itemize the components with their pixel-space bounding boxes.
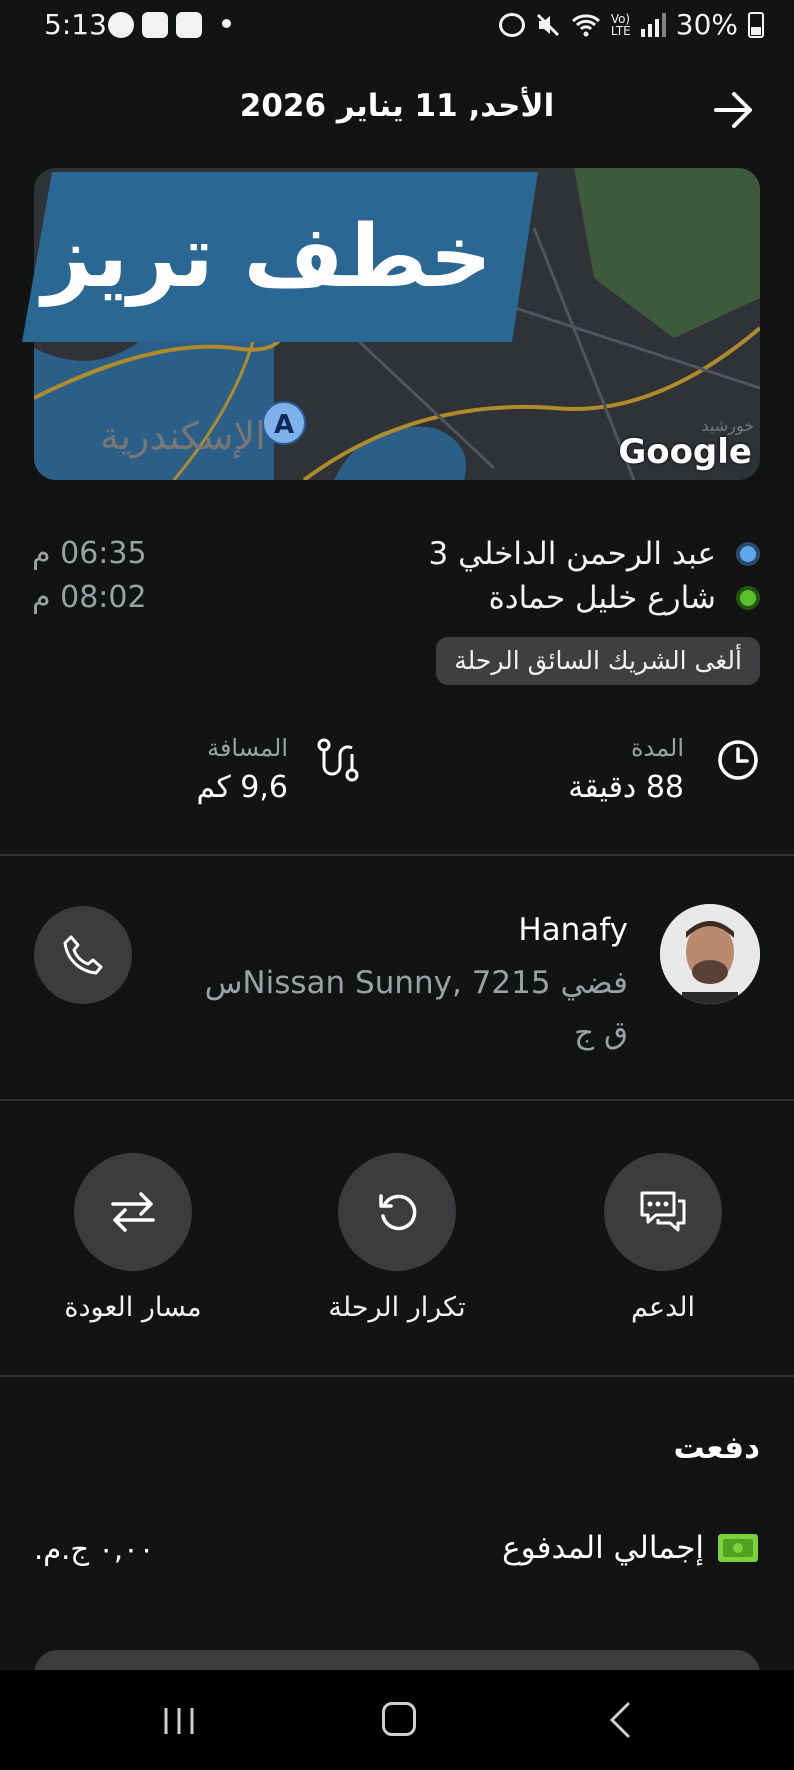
pickup-dot-icon [736, 542, 760, 566]
facebook-icon [108, 12, 134, 38]
driver-name: Hanafy [518, 912, 628, 948]
notification-dot-icon [222, 19, 231, 28]
repeat-trip-label: تكرار الرحلة [328, 1292, 466, 1323]
pickup-row: عبد الرحمن الداخلي 3 [429, 536, 760, 572]
clock-icon [718, 740, 758, 780]
arrow-right-icon[interactable] [712, 90, 756, 130]
car-description: فضي Nissan Sunny, 7215س [204, 965, 628, 1001]
wifi-icon [571, 13, 600, 36]
avatar[interactable] [660, 904, 760, 1004]
home-icon[interactable] [382, 1702, 416, 1736]
return-route-label: مسار العودة [64, 1292, 202, 1323]
status-bar: 5:13 Vo) LTE 30% [0, 0, 794, 52]
support-label: الدعم [631, 1292, 695, 1323]
support-button[interactable] [604, 1153, 722, 1271]
battery-text: 30% [675, 8, 738, 41]
cash-icon [718, 1534, 758, 1562]
duration-value: 88 دقيقة [568, 770, 684, 805]
call-driver-button[interactable] [34, 906, 132, 1004]
alarm-icon [498, 12, 525, 37]
swap-arrows-icon [111, 1192, 155, 1232]
divider [0, 1375, 794, 1377]
duration-label: المدة [630, 734, 684, 762]
mute-icon [536, 13, 559, 36]
status-time: 5:13 [44, 8, 107, 41]
route-icon [317, 738, 359, 782]
dropoff-dot-icon [736, 586, 760, 610]
overlay-title: خطف تريز [42, 207, 492, 307]
total-paid-label: إجمالي المدفوع [502, 1530, 704, 1566]
dropoff-time: 08:02 م [32, 580, 147, 615]
repeat-trip-button[interactable] [338, 1153, 456, 1271]
distance-value: 9,6 كم [196, 770, 288, 805]
dropoff-address: شارع خليل حمادة [488, 580, 716, 616]
pickup-address: عبد الرحمن الداخلي 3 [428, 536, 716, 572]
map-city-label: الإسكندرية [100, 414, 266, 458]
indrive-icon [176, 12, 202, 38]
back-icon[interactable] [608, 1702, 632, 1738]
divider [0, 854, 794, 856]
car-plate: ق ج [574, 1015, 628, 1051]
distance-label: المسافة [207, 734, 288, 762]
map-marker-pickup[interactable]: A [262, 401, 306, 445]
google-attribution: Google [618, 432, 752, 472]
divider [0, 1099, 794, 1101]
status-badge: ألغى الشريك السائق الرحلة [436, 637, 760, 685]
battery-icon [748, 11, 764, 38]
pickup-time: 06:35 م [32, 536, 147, 571]
total-paid-value: ٠,٠٠ ج.م. [34, 1532, 155, 1566]
recents-icon[interactable] [162, 1706, 196, 1736]
volte-icon: Vo) LTE [610, 11, 631, 38]
chat-support-icon [640, 1191, 686, 1232]
gallery-icon [142, 12, 168, 38]
driver-car-info: فضي Nissan Sunny, 7215س ق ج [158, 958, 628, 1058]
driver-photo [660, 904, 760, 1004]
signal-icon [640, 12, 666, 37]
repeat-icon [379, 1194, 417, 1231]
dropoff-row: شارع خليل حمادة [489, 580, 760, 616]
page-title: الأحد, 11 يناير 2026 [239, 88, 555, 124]
payment-title: دفعت [673, 1430, 760, 1466]
phone-icon [63, 935, 103, 975]
status-right-group: Vo) LTE 30% [498, 8, 764, 41]
return-route-button[interactable] [74, 1153, 192, 1271]
